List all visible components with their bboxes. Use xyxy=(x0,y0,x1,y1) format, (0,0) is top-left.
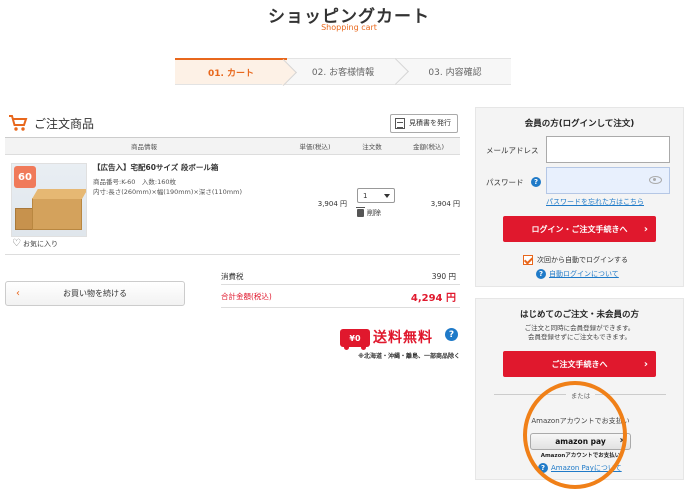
trash-icon xyxy=(356,207,365,217)
login-button-label: ログイン・ご注文手続きへ xyxy=(531,224,628,234)
tax-row: 消費税 390 円 xyxy=(221,268,460,285)
tax-label: 消費税 xyxy=(221,271,244,281)
guest-panel: はじめてのご注文・未会員の方 ご注文と同時に会員登録ができます。 会員登録せずに… xyxy=(475,298,684,480)
total-label: 合計金額(税込) xyxy=(221,292,272,301)
guest-title: はじめてのご注文・未会員の方 xyxy=(519,310,639,320)
tax-value: 390 円 xyxy=(431,271,456,281)
issue-quote-button[interactable]: 見積書を発行 xyxy=(390,113,458,133)
product-number: 商品番号:K-60 入数:160枚 xyxy=(93,178,176,186)
amazon-pay-logo: amazon pay xyxy=(555,437,606,446)
table-header: 商品情報 単価(税込) 注文数 金額(税込) xyxy=(5,137,460,155)
favorite-button[interactable]: ♡ お気に入り xyxy=(12,238,58,249)
heart-icon: ♡ xyxy=(12,238,21,249)
step-customer-info: 02. お客様情報 xyxy=(287,58,409,85)
col-unit-price: 単価(税込) xyxy=(299,143,331,151)
continue-shopping-button[interactable]: ‹ お買い物を続ける xyxy=(5,281,185,306)
box-shape xyxy=(32,198,82,230)
issue-quote-label: 見積書を発行 xyxy=(409,119,451,127)
login-button[interactable]: ログイン・ご注文手続きへ › xyxy=(503,216,656,242)
quantity-value: 1 xyxy=(363,191,368,200)
cart-header: ご注文商品 見積書を発行 xyxy=(5,109,460,137)
delete-button[interactable]: 削除 xyxy=(356,207,381,218)
step-confirm: 03. 内容確認 xyxy=(399,58,511,85)
total-row: 合計金額(税込) 4,294 円 xyxy=(221,286,460,308)
guest-description-line1: ご注文と同時に会員登録ができます。 xyxy=(524,324,635,332)
password-label: パスワード xyxy=(486,178,524,187)
shipping-note: ※北海道・沖縄・離島、一部商品除く xyxy=(358,353,460,360)
product-name[interactable]: 【広告入】宅配60サイズ 段ボール箱 xyxy=(93,162,218,173)
help-icon: ? xyxy=(536,269,546,279)
checkbox-checked-icon[interactable] xyxy=(523,255,533,265)
chevron-right-icon: › xyxy=(643,223,648,235)
document-icon xyxy=(395,117,405,129)
guest-order-button[interactable]: ご注文手続きへ › xyxy=(503,351,656,377)
line-amount: 3,904 円 xyxy=(430,200,460,208)
member-login-title: 会員の方(ログインして注文) xyxy=(524,119,635,129)
step-customer-info-label: 02. お客様情報 xyxy=(311,68,375,78)
amazon-pay-caption: Amazonアカウントでお支払い xyxy=(531,417,630,425)
favorite-label: お気に入り xyxy=(22,239,58,248)
truck-icon: ¥0 xyxy=(340,329,370,350)
cart-icon xyxy=(9,115,28,131)
amazon-pay-subcaption: Amazonアカウントでお支払い xyxy=(540,453,621,459)
guest-description: ご注文と同時に会員登録ができます。 会員登録せずにご注文もできます。 xyxy=(476,324,683,342)
step-cart-label: 01. カート xyxy=(207,68,255,79)
product-dimensions: 内寸:長さ(260mm)×幅(190mm)×深さ(110mm) xyxy=(93,188,243,196)
double-chevron-right-icon: » xyxy=(619,435,626,446)
cart-section: ご注文商品 見積書を発行 商品情報 単価(税込) 注文数 金額(税込) 60 ♡… xyxy=(5,109,460,255)
cart-title: ご注文商品 xyxy=(34,116,95,131)
or-text: または xyxy=(476,390,685,400)
help-icon[interactable]: ? xyxy=(531,177,541,187)
member-login-panel: 会員の方(ログインして注文) メールアドレス パスワード ? パスワードを忘れた… xyxy=(475,107,684,287)
free-shipping-text: 送料無料 xyxy=(373,330,433,346)
guest-description-line2: 会員登録せずにご注文もできます。 xyxy=(528,333,631,341)
col-qty: 注文数 xyxy=(362,143,382,151)
col-product: 商品情報 xyxy=(131,143,157,151)
auto-login-checkbox[interactable]: 次回から自動でログインする xyxy=(523,255,628,265)
auto-login-label: 次回から自動でログインする xyxy=(537,256,628,264)
step-cart: 01. カート xyxy=(175,58,297,86)
email-field[interactable] xyxy=(546,136,670,163)
step-confirm-label: 03. 内容確認 xyxy=(428,68,482,78)
product-image[interactable]: 60 xyxy=(11,163,87,237)
or-label: または xyxy=(565,392,596,400)
size-badge: 60 xyxy=(14,166,36,188)
col-amount: 金額(税込) xyxy=(412,143,445,151)
unit-price: 3,904 円 xyxy=(317,200,347,208)
free-shipping-banner: ¥0 送料無料 ? ※北海道・沖縄・離島、一部商品除く xyxy=(340,328,460,363)
quantity-select[interactable]: 1 xyxy=(357,188,395,203)
forgot-password-link[interactable]: パスワードを忘れた方はこちら xyxy=(546,197,644,207)
amazon-pay-button[interactable]: amazon pay » xyxy=(530,433,631,450)
cart-table: 商品情報 単価(税込) 注文数 金額(税込) 60 ♡ お気に入り 【広告入】宅… xyxy=(5,137,460,255)
auto-login-info[interactable]: ? 自動ログインについて xyxy=(536,269,619,279)
email-label: メールアドレス xyxy=(486,146,539,155)
help-icon[interactable]: ? xyxy=(445,328,458,341)
total-value: 4,294 円 xyxy=(410,293,456,304)
auto-login-info-link[interactable]: 自動ログインについて xyxy=(549,269,619,279)
chevron-down-icon xyxy=(384,194,390,198)
page-subtitle: Shopping cart xyxy=(321,23,377,32)
chevron-right-icon: › xyxy=(643,358,648,370)
delete-label: 削除 xyxy=(367,209,381,217)
amazon-pay-info-link[interactable]: Amazon Payについて xyxy=(551,463,622,473)
amazon-pay-info[interactable]: ? Amazon Payについて xyxy=(538,463,622,473)
continue-shopping-label: お買い物を続ける xyxy=(63,289,127,298)
eye-icon[interactable] xyxy=(649,176,662,184)
checkout-steps: 01. カート 02. お客様情報 03. 内容確認 xyxy=(175,58,511,86)
chevron-left-icon: ‹ xyxy=(16,288,20,299)
help-icon: ? xyxy=(538,463,548,473)
product-meta: 商品番号:K-60 入数:160枚 内寸:長さ(260mm)×幅(190mm)×… xyxy=(93,177,242,197)
guest-order-label: ご注文手続きへ xyxy=(551,359,608,369)
table-row: 60 ♡ お気に入り 【広告入】宅配60サイズ 段ボール箱 商品番号:K-60 … xyxy=(5,155,460,255)
